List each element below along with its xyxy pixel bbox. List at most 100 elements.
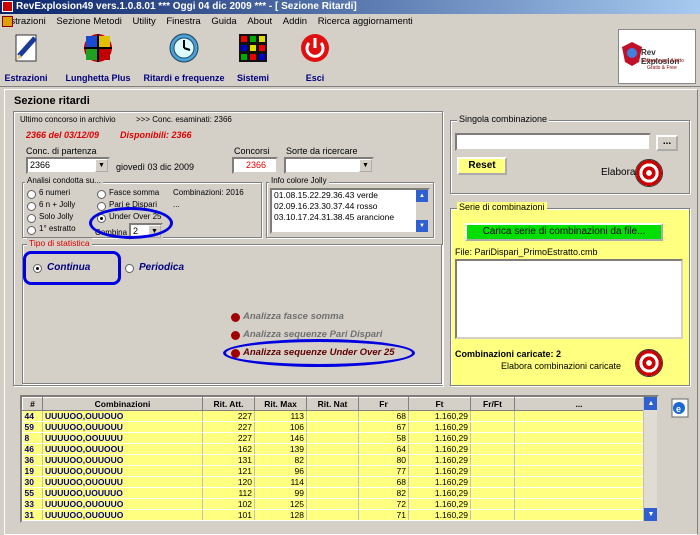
- menu-sezione-metodi[interactable]: Sezione Metodi: [52, 14, 125, 29]
- load-series-button[interactable]: Carica serie di combinazioni da file...: [465, 223, 663, 241]
- series-text-area[interactable]: [455, 259, 683, 339]
- radio-1-estratto[interactable]: [27, 226, 36, 235]
- chevron-down-icon[interactable]: ▼: [95, 159, 108, 172]
- toolbar-esci-button[interactable]: Esci: [292, 29, 338, 87]
- table-row[interactable]: 44 UUUUOO,OUUOUO 227 113 68 1.160,29: [22, 410, 644, 422]
- table-row[interactable]: 33 UUUUOO,OUOUUO 102 125 72 1.160,29: [22, 498, 644, 510]
- table-cell: [514, 487, 644, 499]
- target-icon[interactable]: [635, 349, 663, 377]
- header-more[interactable]: ...: [514, 397, 644, 411]
- table-cell: 227: [202, 410, 255, 422]
- scroll-up-icon[interactable]: ▲: [416, 190, 428, 202]
- highlight-continua: [23, 251, 121, 285]
- chevron-down-icon[interactable]: ▼: [359, 159, 372, 172]
- table-cell: 106: [254, 421, 307, 433]
- highlight-under-over-action: [223, 339, 415, 367]
- conc-partenza-select[interactable]: 2366 ▼: [26, 157, 110, 174]
- reset-button[interactable]: Reset: [457, 157, 507, 175]
- results-table: # Combinazioni Rit. Att. Rit. Max Rit. N…: [22, 397, 644, 521]
- jolly-list[interactable]: 01.08.15.22.29.36.43 verde 02.09.16.23.3…: [270, 188, 430, 234]
- grid-scrollbar[interactable]: ▲ ▼: [643, 397, 657, 521]
- table-cell: [306, 432, 359, 444]
- table-cell: [306, 454, 359, 466]
- scroll-down-icon[interactable]: ▼: [416, 220, 428, 232]
- header-rit-att[interactable]: Rit. Att.: [202, 397, 255, 411]
- header-rit-nat[interactable]: Rit. Nat: [306, 397, 359, 411]
- toolbar-estrazioni-button[interactable]: Estrazioni: [2, 29, 50, 87]
- table-cell: 82: [254, 454, 307, 466]
- toolbar-lunghetta-label: Lunghetta Plus: [65, 73, 131, 83]
- browse-button[interactable]: ...: [656, 135, 678, 151]
- menu-finestra[interactable]: Finestra: [162, 14, 204, 29]
- radio-fasce-somma-label: Fasce somma: [109, 188, 160, 197]
- menu-bar: Estrazioni Sezione Metodi Utility Finest…: [0, 14, 700, 29]
- table-row[interactable]: 31 UUUUOO,OUOUUO 101 128 71 1.160,29: [22, 509, 644, 521]
- table-cell: [514, 465, 644, 477]
- table-row[interactable]: 30 UUUUOO,OUOUUU 120 114 68 1.160,29: [22, 476, 644, 488]
- table-cell: 1.160,29: [408, 487, 471, 499]
- ie-export-icon[interactable]: e: [670, 396, 690, 418]
- radio-solo-jolly[interactable]: [27, 214, 36, 223]
- table-cell: 1.160,29: [408, 465, 471, 477]
- table-cell: 1.160,29: [408, 421, 471, 433]
- sorte-label: Sorte da ricercare: [286, 146, 358, 156]
- toolbar-estrazioni-label: Estrazioni: [4, 73, 48, 83]
- target-icon[interactable]: [635, 159, 663, 187]
- grid-icon: [239, 34, 267, 62]
- header-ft[interactable]: Ft: [408, 397, 471, 411]
- radio-fasce-somma[interactable]: [97, 190, 106, 199]
- table-row[interactable]: 8 UUUUOO,OOUUUU 227 146 58 1.160,29: [22, 432, 644, 444]
- table-cell: 101: [202, 509, 255, 521]
- header-index[interactable]: #: [22, 397, 43, 411]
- action-fasce-somma[interactable]: Analizza fasce somma: [243, 311, 344, 322]
- caricate-label: Combinazioni caricate: 2: [455, 349, 562, 359]
- title-bar: RevExplosion49 vers.1.0.8.01 *** Oggi 04…: [0, 0, 700, 14]
- toolbar-ritardi-button[interactable]: Ritardi e frequenze: [138, 29, 230, 87]
- menu-about[interactable]: About: [243, 14, 276, 29]
- table-cell: 36: [22, 454, 43, 466]
- window-menu-icon[interactable]: [2, 16, 13, 27]
- singola-title: Singola combinazione: [457, 114, 550, 124]
- table-cell: 99: [254, 487, 307, 499]
- table-row[interactable]: 59 UUUUOO,OUUOUU 227 106 67 1.160,29: [22, 421, 644, 433]
- menu-guida[interactable]: Guida: [207, 14, 240, 29]
- table-cell: [470, 476, 515, 488]
- sorte-select[interactable]: ▼: [284, 157, 374, 174]
- series-file-label: File: PariDispari_PrimoEstratto.cmb: [455, 247, 598, 257]
- radio-periodica[interactable]: [125, 264, 134, 273]
- logo-subtitle: Software per il lotto: [641, 58, 684, 64]
- menu-addin[interactable]: Addin: [279, 14, 311, 29]
- table-cell: 44: [22, 410, 43, 422]
- table-cell: 1.160,29: [408, 498, 471, 510]
- toolbar-sistemi-button[interactable]: Sistemi: [230, 29, 276, 87]
- radio-6n-jolly[interactable]: [27, 202, 36, 211]
- toolbar-lunghetta-button[interactable]: Lunghetta Plus: [58, 29, 138, 87]
- table-row[interactable]: 46 UUUUOO,OUUOOU 162 139 64 1.160,29: [22, 443, 644, 455]
- toolbar-esci-label: Esci: [305, 73, 325, 83]
- table-row[interactable]: 19 UUUUOO,OUUOUU 121 96 77 1.160,29: [22, 465, 644, 477]
- table-cell: 120: [202, 476, 255, 488]
- table-cell: 68: [358, 410, 409, 422]
- elabora-caricate-label: Elabora combinazioni caricate: [501, 361, 622, 371]
- menu-utility[interactable]: Utility: [128, 14, 159, 29]
- radio-6-numeri[interactable]: [27, 190, 36, 199]
- singola-input[interactable]: [455, 133, 651, 151]
- concorsi-input[interactable]: 2366: [232, 157, 278, 174]
- table-row[interactable]: 36 UUUUOO,OUUOUO 131 82 80 1.160,29: [22, 454, 644, 466]
- scroll-up-icon[interactable]: ▲: [644, 397, 657, 410]
- table-cell: [470, 487, 515, 499]
- header-fr-ft[interactable]: Fr/Ft: [470, 397, 515, 411]
- table-cell: 71: [358, 509, 409, 521]
- header-fr[interactable]: Fr: [358, 397, 409, 411]
- table-cell: UUUUOO,OUUOUO: [42, 454, 203, 466]
- header-rit-max[interactable]: Rit. Max: [254, 397, 307, 411]
- table-row[interactable]: 55 UUUUOO,UOUUUO 112 99 82 1.160,29: [22, 487, 644, 499]
- menu-ricerca-aggiornamenti[interactable]: Ricerca aggiornamenti: [314, 14, 417, 29]
- last-archive-label: Ultimo concorso in archivio: [20, 115, 116, 124]
- results-grid[interactable]: # Combinazioni Rit. Att. Rit. Max Rit. N…: [20, 395, 659, 523]
- table-cell: [514, 410, 644, 422]
- table-cell: 19: [22, 465, 43, 477]
- scroll-down-icon[interactable]: ▼: [644, 508, 657, 521]
- jolly-scrollbar[interactable]: ▲ ▼: [416, 190, 428, 232]
- header-combinazioni[interactable]: Combinazioni: [42, 397, 203, 411]
